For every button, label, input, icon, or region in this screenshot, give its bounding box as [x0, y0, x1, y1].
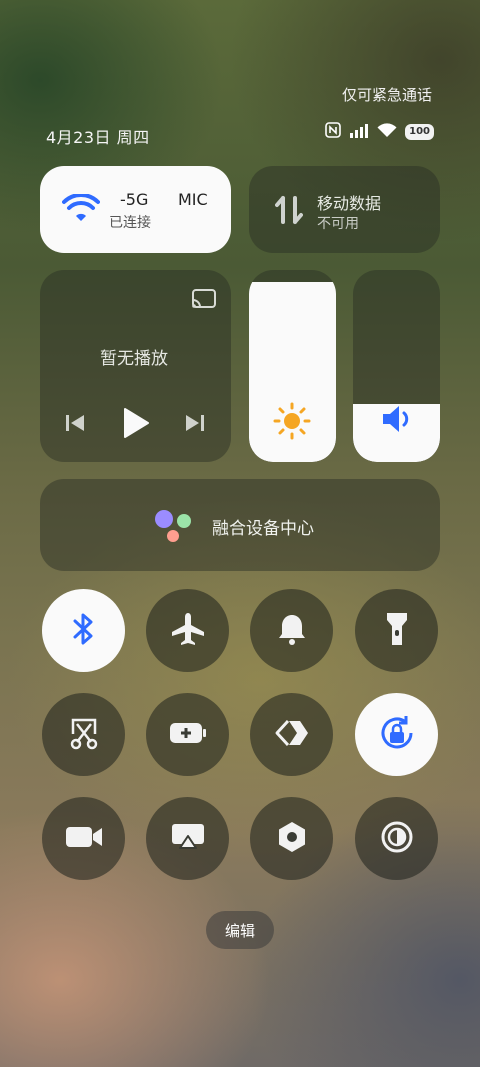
wifi-icon	[377, 122, 397, 142]
screen-cast-toggle[interactable]	[146, 797, 229, 880]
screen-record-toggle[interactable]	[42, 797, 125, 880]
device-center-label: 融合设备中心	[212, 519, 314, 539]
cast-screen-icon	[170, 822, 206, 856]
bluetooth-icon	[72, 612, 96, 650]
data-arrows-icon	[275, 194, 303, 230]
battery-plus-icon	[168, 721, 208, 749]
mobile-data-tile[interactable]: 移动数据 不可用	[249, 166, 440, 253]
airplane-mode-toggle[interactable]	[146, 589, 229, 672]
date-text: 4月23日 周四	[46, 128, 150, 147]
wifi-ssid-right: MIC	[178, 190, 208, 209]
battery-saver-toggle[interactable]	[146, 693, 229, 776]
volume-slider[interactable]	[353, 270, 440, 462]
rotation-lock-icon	[377, 713, 417, 757]
emergency-call-status: 仅可紧急通话	[341, 86, 432, 104]
ring-mode-toggle[interactable]	[250, 589, 333, 672]
mobile-data-title: 移动数据	[317, 194, 382, 213]
airplane-icon	[170, 611, 206, 651]
hexagon-gear-icon	[275, 820, 309, 858]
bluetooth-toggle[interactable]	[42, 589, 125, 672]
next-track-icon[interactable]	[184, 412, 206, 438]
nfc-icon	[325, 122, 341, 142]
flashlight-icon	[385, 611, 409, 651]
battery-icon: 100	[405, 124, 434, 140]
speaker-icon	[381, 404, 413, 438]
settings-toggle[interactable]	[250, 797, 333, 880]
contrast-icon	[380, 820, 414, 858]
signal-icon	[349, 123, 369, 142]
play-icon[interactable]	[122, 407, 150, 443]
system-status-icons: 100	[325, 122, 434, 142]
brightness-slider[interactable]	[249, 270, 336, 462]
cast-icon[interactable]	[191, 288, 217, 314]
scissors-icon	[67, 716, 101, 754]
mobile-data-status: 不可用	[317, 216, 359, 232]
wifi-tile[interactable]: -5G MIC 已连接	[40, 166, 231, 253]
wifi-status: 已连接	[109, 215, 151, 231]
screenshot-toggle[interactable]	[42, 693, 125, 776]
wifi-ssid-left: -5G	[120, 190, 149, 209]
edit-button[interactable]: 编辑	[206, 911, 274, 949]
dark-mode-toggle[interactable]	[355, 797, 438, 880]
share-icon	[274, 718, 310, 752]
nearby-share-toggle[interactable]	[250, 693, 333, 776]
media-player-tile[interactable]: 暂无播放	[40, 270, 231, 462]
device-center-logo-icon	[152, 509, 196, 547]
bell-icon	[277, 612, 307, 650]
wifi-icon	[62, 192, 100, 228]
sun-icon	[273, 402, 311, 444]
video-icon	[64, 824, 104, 854]
flashlight-toggle[interactable]	[355, 589, 438, 672]
previous-track-icon[interactable]	[64, 412, 86, 438]
media-status: 暂无播放	[100, 349, 168, 369]
device-center-tile[interactable]: 融合设备中心	[40, 479, 440, 571]
rotation-lock-toggle[interactable]	[355, 693, 438, 776]
